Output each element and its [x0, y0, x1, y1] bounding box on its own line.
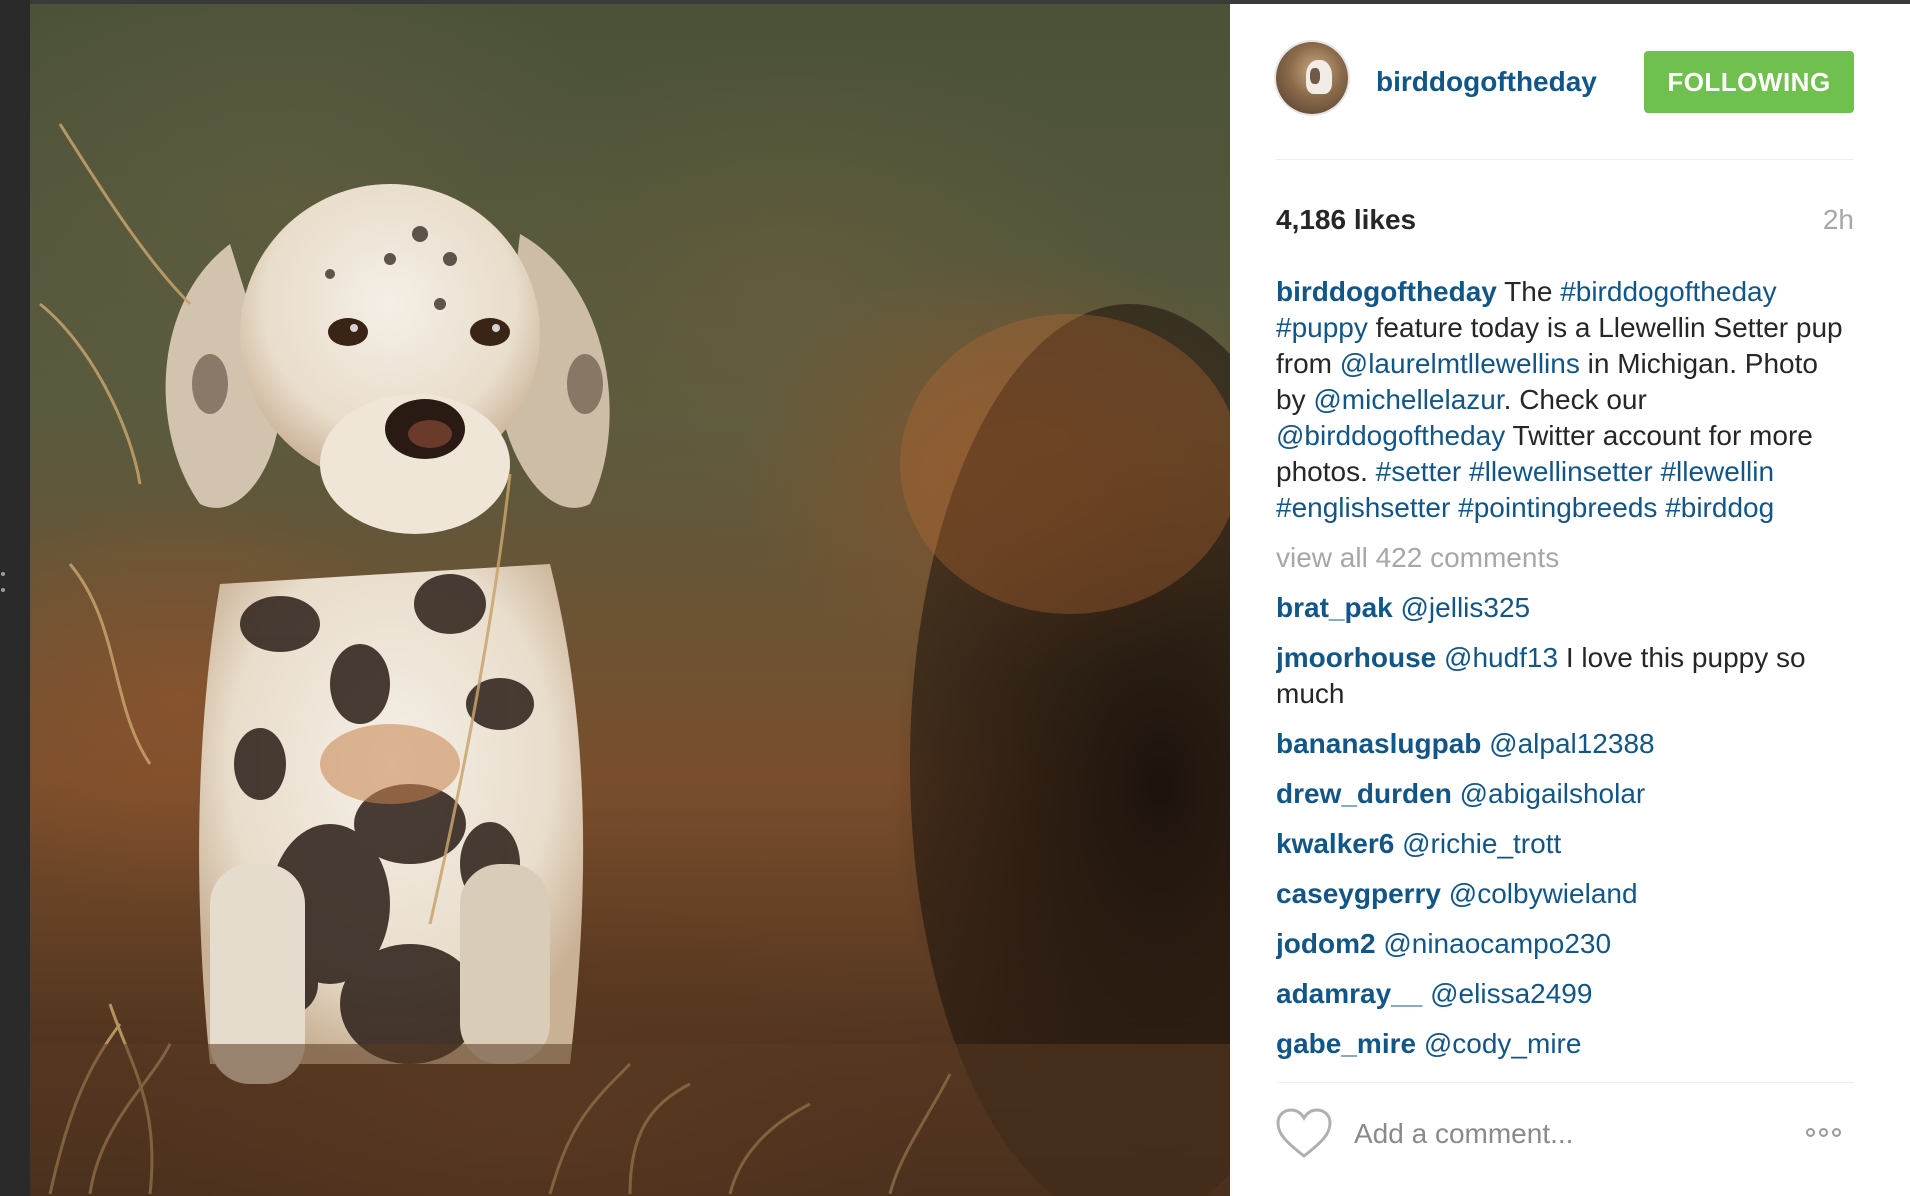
comment-mention[interactable]: @alpal12388: [1489, 728, 1654, 759]
caption-link[interactable]: #llewellin: [1660, 456, 1774, 487]
caption: birddogoftheday The #birddogoftheday #pu…: [1276, 274, 1854, 526]
caption-link[interactable]: @laurelmtllewellins: [1340, 348, 1580, 379]
likes-count[interactable]: 4,186 likes: [1276, 204, 1416, 236]
caption-link[interactable]: @birddogoftheday: [1276, 420, 1505, 451]
comment-username[interactable]: bananaslugpab: [1276, 728, 1481, 759]
caption-text-segment: [1450, 492, 1458, 523]
comment-username[interactable]: jmoorhouse: [1276, 642, 1436, 673]
caption-text: The #birddogoftheday #puppy feature toda…: [1276, 276, 1843, 523]
comment-mention[interactable]: @ninaocampo230: [1383, 928, 1611, 959]
comment-username[interactable]: adamray__: [1276, 978, 1422, 1009]
comment-rows: brat_pak @jellis325 jmoorhouse @hudf13 I …: [1276, 590, 1854, 1062]
comment-username[interactable]: jodom2: [1276, 928, 1376, 959]
comment-username[interactable]: brat_pak: [1276, 592, 1393, 623]
caption-link[interactable]: #llewellinsetter: [1469, 456, 1653, 487]
comment-username[interactable]: kwalker6: [1276, 828, 1394, 859]
caption-text-segment: [1461, 456, 1469, 487]
caption-link[interactable]: #englishsetter: [1276, 492, 1450, 523]
comment-username[interactable]: drew_durden: [1276, 778, 1452, 809]
comment-mention[interactable]: @jellis325: [1401, 592, 1531, 623]
prev-post-arrow-icon[interactable]: [0, 560, 6, 610]
comment-item: jmoorhouse @hudf13 I love this puppy so …: [1276, 640, 1854, 712]
avatar[interactable]: [1276, 42, 1348, 114]
add-comment-row: [1276, 1104, 1854, 1168]
comment-mention[interactable]: @colbywieland: [1449, 878, 1638, 909]
header-divider: [1276, 159, 1854, 160]
caption-text-segment: The: [1496, 276, 1561, 307]
comment-mention[interactable]: @cody_mire: [1424, 1028, 1582, 1059]
comments-list[interactable]: birddogoftheday The #birddogoftheday #pu…: [1276, 274, 1854, 1063]
post-photo[interactable]: [30, 4, 1230, 1196]
add-comment-input[interactable]: [1354, 1114, 1774, 1154]
post-timestamp[interactable]: 2h: [1823, 204, 1854, 236]
comment-item: jodom2 @ninaocampo230: [1276, 926, 1854, 962]
caption-link[interactable]: #puppy: [1276, 312, 1368, 343]
comment-mention[interactable]: @elissa2499: [1430, 978, 1592, 1009]
caption-link[interactable]: #pointingbreeds: [1458, 492, 1657, 523]
dog-illustration: [30, 123, 1230, 1196]
comment-item: drew_durden @abigailsholar: [1276, 776, 1854, 812]
caption-text-segment: . Check our: [1503, 384, 1647, 415]
comment-item: gabe_mire @cody_mire: [1276, 1026, 1854, 1062]
comment-item: kwalker6 @richie_trott: [1276, 826, 1854, 862]
comment-username[interactable]: caseygperry: [1276, 878, 1441, 909]
caption-link[interactable]: @michellelazur: [1313, 384, 1503, 415]
caption-username[interactable]: birddogoftheday: [1276, 276, 1497, 307]
post-side-panel: birddogoftheday FOLLOWING 4,186 likes 2h…: [1230, 4, 1910, 1196]
comment-mention[interactable]: @richie_trott: [1402, 828, 1561, 859]
caption-link[interactable]: #birddogoftheday: [1560, 276, 1776, 307]
comment-mention[interactable]: @hudf13: [1444, 642, 1558, 673]
caption-link[interactable]: #setter: [1376, 456, 1462, 487]
view-all-comments-link[interactable]: view all 422 comments: [1276, 540, 1854, 576]
comment-item: bananaslugpab @alpal12388: [1276, 726, 1854, 762]
avatar-dog-ear: [1310, 68, 1320, 84]
caption-link[interactable]: #birddog: [1665, 492, 1774, 523]
comment-item: adamray__ @elissa2499: [1276, 976, 1854, 1012]
heart-outline-icon[interactable]: [1276, 1108, 1332, 1160]
comment-mention[interactable]: @abigailsholar: [1460, 778, 1646, 809]
author-username[interactable]: birddogoftheday: [1376, 66, 1597, 98]
comment-item: brat_pak @jellis325: [1276, 590, 1854, 626]
more-options-icon[interactable]: [1806, 1124, 1854, 1144]
following-button[interactable]: FOLLOWING: [1644, 51, 1854, 113]
comments-divider: [1276, 1082, 1854, 1083]
comment-item: caseygperry @colbywieland: [1276, 876, 1854, 912]
comment-username[interactable]: gabe_mire: [1276, 1028, 1416, 1059]
